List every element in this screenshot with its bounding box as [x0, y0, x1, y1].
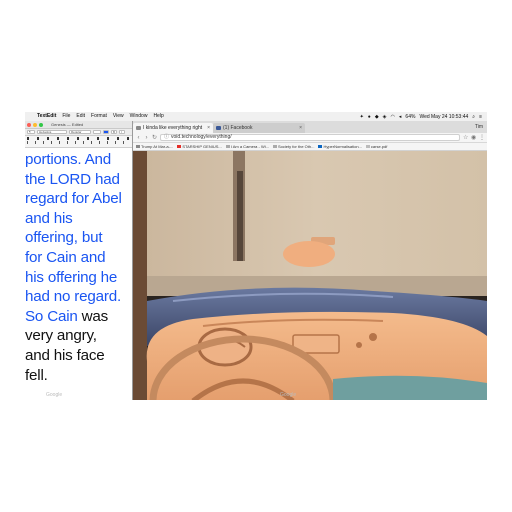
close-tab-icon[interactable]: × [299, 123, 302, 133]
menubar: TextEdit File Edit Format View Window He… [25, 112, 487, 121]
menu-format[interactable]: Format [88, 112, 110, 121]
text-line: portions. And [25, 151, 112, 168]
textedit-window: Genesis — Edited ¶ Helvetica Regular B I… [25, 121, 133, 400]
ruler-ticks [27, 141, 130, 144]
bookmark-item[interactable]: carse.pdf [365, 144, 387, 149]
text-line: his offering he [25, 268, 118, 286]
dock-strip: Google Google [0, 390, 512, 400]
battery-label[interactable]: 64% [403, 114, 417, 120]
menu-icon[interactable]: ⋮ [479, 134, 485, 141]
format-toolbar: ¶ Helvetica Regular B I [25, 129, 132, 136]
textedit-titlebar[interactable]: Genesis — Edited [25, 121, 132, 129]
text-span-blue: So Cain [25, 307, 78, 325]
tab-bar: I kinda like everything right × (1) Face… [133, 121, 487, 133]
search-icon[interactable]: ⌕ [470, 114, 477, 120]
dock-label[interactable]: Google [46, 390, 62, 400]
menu-window[interactable]: Window [127, 112, 151, 121]
reload-icon[interactable]: ↻ [152, 134, 157, 141]
text-line: had no regard. [25, 288, 121, 306]
ruler-tab-stops [27, 137, 130, 140]
url-field[interactable]: ⓘ void.technology/everything/ [160, 134, 460, 141]
page-favicon [136, 126, 141, 130]
list-icon[interactable]: ≡ [477, 114, 484, 120]
text-line: for Cain and [25, 248, 106, 266]
text-line: and his face [25, 346, 105, 364]
screen: TextEdit File Edit Format View Window He… [25, 112, 487, 400]
address-row: ‹ › ↻ ⓘ void.technology/everything/ ☆ ◉ ⋮ [133, 133, 487, 143]
dropbox-icon[interactable]: ✦ [358, 114, 366, 120]
bookmark-item[interactable]: STARSHIP GENIUS... [177, 144, 222, 149]
bookmark-item[interactable]: Society for the Oth... [272, 144, 314, 149]
wifi-icon[interactable]: ◠ [389, 114, 397, 120]
tab-everything[interactable]: I kinda like everything right × [133, 123, 213, 133]
menu-file[interactable]: File [59, 112, 73, 121]
font-size-select[interactable] [93, 130, 101, 134]
text-line: fell. [25, 366, 48, 384]
text-line: regard for Abel [25, 190, 122, 208]
text-line: the LORD had [25, 170, 120, 188]
menu-edit[interactable]: Edit [73, 112, 88, 121]
extension-icon[interactable]: ◉ [471, 134, 476, 141]
back-icon[interactable]: ‹ [136, 135, 141, 141]
paragraph-style-button[interactable]: ¶ [27, 130, 35, 134]
tab-label: (1) Facebook [223, 125, 253, 131]
bell-icon[interactable]: ◈ [381, 114, 389, 120]
page-content[interactable] [133, 151, 487, 400]
profile-button[interactable]: Tim [475, 121, 483, 133]
close-button[interactable] [27, 122, 31, 127]
clock[interactable]: Wed May 24 10:53:44 [417, 114, 470, 120]
text-span-black: was [77, 307, 109, 325]
car-interior-image [133, 151, 487, 400]
app-menu[interactable]: TextEdit [34, 112, 59, 121]
document-body[interactable]: portions. And the LORD had regard for Ab… [25, 148, 132, 385]
italic-button[interactable]: I [119, 130, 125, 134]
text-color-swatch[interactable] [103, 130, 109, 134]
text-line: offering, but [25, 229, 103, 247]
tab-label: I kinda like everything right [143, 125, 203, 131]
text-line: and his [25, 209, 73, 227]
page-info-icon[interactable]: ⓘ [164, 134, 169, 140]
bookmarks-bar: Trump At Mar-a-... STARSHIP GENIUS... I … [133, 143, 487, 151]
menu-view[interactable]: View [110, 112, 127, 121]
zoom-button[interactable] [39, 122, 43, 127]
window-title: Genesis — Edited [51, 122, 84, 127]
text-line: So Cain was [25, 307, 132, 327]
record-icon[interactable]: ● [366, 114, 373, 120]
shield-icon[interactable]: ◆ [373, 114, 381, 120]
menu-help[interactable]: Help [150, 112, 166, 121]
minimize-button[interactable] [33, 122, 37, 127]
facebook-icon [216, 126, 221, 130]
star-icon[interactable]: ☆ [463, 134, 468, 141]
ruler[interactable] [25, 136, 132, 148]
font-family-select[interactable]: Helvetica [37, 130, 67, 134]
forward-icon[interactable]: › [144, 135, 149, 141]
bookmark-item[interactable]: Trump At Mar-a-... [136, 144, 173, 149]
text-line: very angry, [25, 327, 97, 345]
bookmark-item[interactable]: HyperNormalisation... [318, 144, 362, 149]
browser-window: I kinda like everything right × (1) Face… [133, 121, 487, 400]
close-tab-icon[interactable]: × [207, 123, 210, 133]
bold-button[interactable]: B [111, 130, 117, 134]
url-text: void.technology/everything/ [171, 134, 232, 140]
tab-facebook[interactable]: (1) Facebook × [213, 123, 305, 133]
bookmark-item[interactable]: I Am a Camera - Wi... [225, 144, 269, 149]
dock-label[interactable]: Google [280, 390, 296, 400]
font-weight-select[interactable]: Regular [69, 130, 91, 134]
